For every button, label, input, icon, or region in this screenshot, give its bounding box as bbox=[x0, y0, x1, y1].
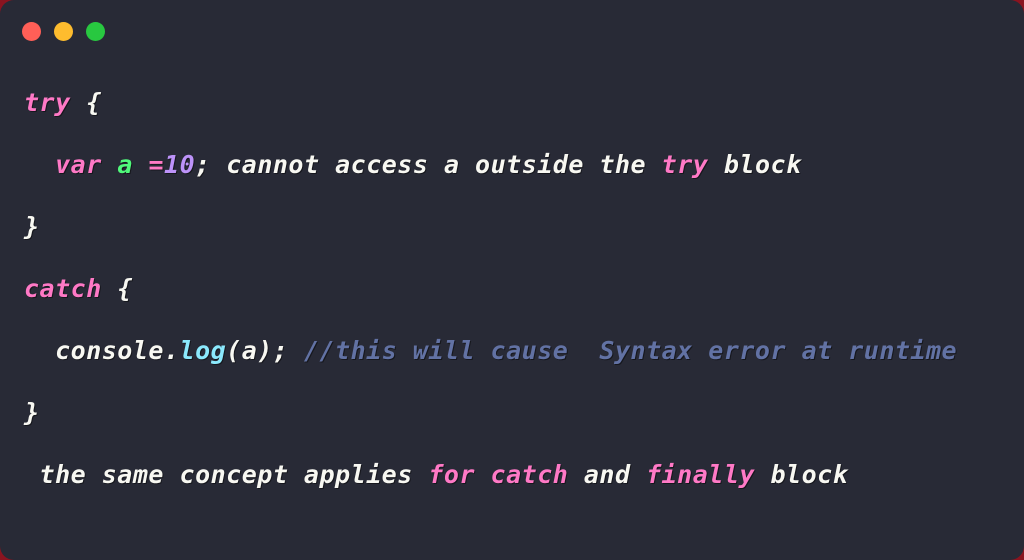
window-titlebar bbox=[0, 0, 1024, 62]
code-token-keyword: for catch bbox=[428, 460, 569, 489]
line-try-open: try { bbox=[24, 72, 1000, 134]
line-catch-close: } bbox=[24, 382, 1000, 444]
code-token-plain: and bbox=[568, 460, 647, 489]
code-token-plain: the same concept applies bbox=[24, 460, 429, 489]
code-token-plain: ; cannot access a outside the bbox=[195, 150, 662, 179]
code-window: try { var a =10; cannot access a outside… bbox=[0, 0, 1024, 560]
code-token-plain: (a); bbox=[226, 336, 304, 365]
code-token-plain: console. bbox=[24, 336, 180, 365]
code-token-plain: } bbox=[24, 398, 40, 427]
code-token-keyword: var bbox=[55, 150, 102, 179]
line-var-decl: var a =10; cannot access a outside the t… bbox=[24, 134, 1000, 196]
code-token-plain: block bbox=[708, 150, 802, 179]
code-token-function: log bbox=[179, 336, 227, 365]
code-token-keyword: try bbox=[661, 150, 709, 179]
code-token-comment: //this will cause Syntax error at runtim… bbox=[303, 336, 958, 365]
minimize-window-button[interactable] bbox=[54, 21, 73, 41]
code-token-plain: block bbox=[754, 460, 849, 489]
line-console-log: console.log(a); //this will cause Syntax… bbox=[24, 320, 1000, 382]
code-token-keyword: try bbox=[24, 88, 71, 117]
code-editor-content[interactable]: try { var a =10; cannot access a outside… bbox=[0, 62, 1024, 560]
code-token-plain: } bbox=[24, 212, 40, 241]
code-token-plain: { bbox=[70, 88, 102, 117]
line-catch-open: catch { bbox=[24, 258, 1000, 320]
close-window-button[interactable] bbox=[22, 21, 41, 41]
maximize-window-button[interactable] bbox=[86, 21, 105, 41]
code-token-keyword: = bbox=[148, 150, 165, 179]
code-token-number: 10 bbox=[164, 150, 196, 179]
code-token-keyword: finally bbox=[646, 460, 755, 489]
line-try-close: } bbox=[24, 196, 1000, 258]
line-note: the same concept applies for catch and f… bbox=[24, 444, 1000, 506]
code-token-plain: { bbox=[101, 274, 133, 303]
code-token-keyword: catch bbox=[24, 274, 102, 303]
code-token-variable: a bbox=[117, 150, 133, 179]
